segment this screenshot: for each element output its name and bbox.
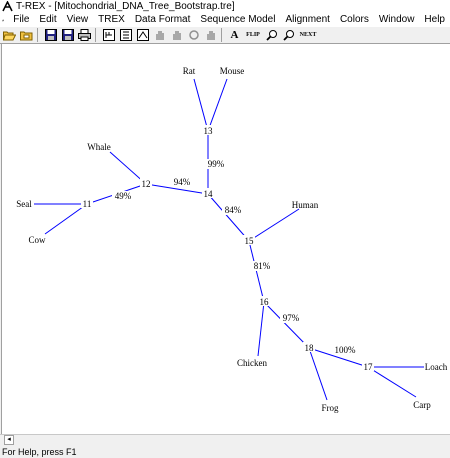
save-icon[interactable]	[43, 28, 58, 43]
zoom-in-icon[interactable]	[264, 28, 279, 43]
tree-view-3-icon[interactable]	[135, 28, 150, 43]
tree-diagram: 99% 94% 49% 84% 81% 97% 100% Rat Mouse 13 Whale 12 1…	[16, 66, 448, 413]
hand-tool-1-icon[interactable]	[152, 28, 167, 43]
taxon-label[interactable]: Carp	[413, 400, 431, 410]
menu-help[interactable]: Help	[419, 13, 450, 27]
status-text: For Help, press F1	[2, 447, 77, 457]
bootstrap-value: 84%	[225, 205, 242, 215]
tree-view-1-icon[interactable]	[101, 28, 116, 43]
branch-n15-n16	[248, 240, 265, 303]
branch-n15-n14	[207, 193, 250, 242]
branch-n16-n18	[263, 301, 310, 349]
bootstrap-value: 100%	[335, 345, 357, 355]
internal-node-label[interactable]: 18	[305, 343, 315, 353]
menu-window[interactable]: Window	[374, 13, 420, 27]
horizontal-scrollbar[interactable]: ◂	[0, 434, 450, 446]
menu-data-format[interactable]: Data Format	[130, 13, 196, 27]
internal-node-label[interactable]: 12	[142, 179, 151, 189]
bootstrap-value: 94%	[174, 177, 191, 187]
internal-node-label[interactable]: 16	[260, 297, 270, 307]
internal-node-label[interactable]: 14	[204, 189, 214, 199]
menu-edit[interactable]: Edit	[34, 13, 61, 27]
internal-node-label[interactable]: 15	[245, 236, 255, 246]
hand-tool-2-icon[interactable]	[169, 28, 184, 43]
branch-n11-Cow	[44, 203, 88, 235]
open-file-icon[interactable]	[19, 28, 34, 43]
taxon-label[interactable]: Seal	[16, 199, 32, 209]
taxon-label[interactable]: Mouse	[220, 66, 245, 76]
next-icon[interactable]: NEXT	[298, 28, 318, 43]
bootstrap-value: 97%	[283, 313, 300, 323]
menu-view[interactable]: View	[62, 13, 94, 27]
flip-icon-label: FLIP	[246, 32, 260, 38]
taxon-label[interactable]: Cow	[28, 235, 46, 245]
save-as-icon[interactable]	[60, 28, 75, 43]
hand-tool-3-icon[interactable]	[186, 28, 201, 43]
menu-colors[interactable]: Colors	[335, 13, 374, 27]
font-icon[interactable]: A	[227, 28, 242, 43]
toolbar: A FLIP NEXT	[0, 27, 450, 44]
tree-canvas[interactable]: 99% 94% 49% 84% 81% 97% 100% Rat Mouse 13 Whale 12 1…	[1, 44, 450, 434]
tree-view-2-icon[interactable]	[118, 28, 133, 43]
branch-n13-Mouse	[207, 78, 228, 132]
taxon-label[interactable]: Chicken	[237, 358, 267, 368]
open-folder-icon[interactable]	[2, 28, 17, 43]
taxon-label[interactable]: Human	[292, 200, 319, 210]
branch-n15-Human	[248, 208, 300, 242]
bootstrap-value: 49%	[115, 191, 132, 201]
menu-bar: File Edit View TREX Data Format Sequence…	[0, 13, 450, 27]
scroll-left-arrow-icon[interactable]: ◂	[4, 435, 14, 445]
zoom-out-icon[interactable]	[281, 28, 296, 43]
branch-n16-Chicken	[257, 301, 265, 357]
branch-n13-Rat	[193, 78, 209, 132]
menu-sequence-model[interactable]: Sequence Model	[195, 13, 280, 27]
font-icon-label: A	[230, 29, 239, 41]
app-icon	[2, 1, 13, 12]
hand-tool-4-icon[interactable]	[203, 28, 218, 43]
menu-alignment[interactable]: Alignment	[280, 13, 334, 27]
internal-node-label[interactable]: 11	[83, 199, 92, 209]
toolbar-separator	[37, 28, 38, 42]
menu-trex[interactable]: TREX	[93, 13, 130, 27]
title-bar: T-REX - [Mitochondrial_DNA_Tree_Bootstra…	[0, 0, 450, 13]
flip-icon[interactable]: FLIP	[244, 28, 262, 43]
taxon-label[interactable]: Whale	[87, 142, 110, 152]
menu-file[interactable]: File	[8, 13, 34, 27]
toolbar-separator	[95, 28, 96, 42]
internal-node-label[interactable]: 13	[204, 126, 214, 136]
window-title: T-REX - [Mitochondrial_DNA_Tree_Bootstra…	[16, 1, 235, 12]
print-icon[interactable]	[77, 28, 92, 43]
next-icon-label: NEXT	[299, 32, 317, 38]
toolbar-separator	[221, 28, 222, 42]
taxon-label[interactable]: Rat	[183, 66, 196, 76]
bootstrap-value: 81%	[254, 261, 271, 271]
status-bar: For Help, press F1	[0, 446, 450, 458]
branch-n18-Frog	[308, 347, 328, 401]
taxon-label[interactable]: Loach	[425, 362, 448, 372]
bootstrap-value: 99%	[208, 159, 225, 169]
taxon-label[interactable]: Frog	[321, 403, 339, 413]
internal-node-label[interactable]: 17	[364, 362, 374, 372]
branch-n17-Carp	[367, 366, 417, 398]
document-icon[interactable]	[2, 15, 5, 26]
